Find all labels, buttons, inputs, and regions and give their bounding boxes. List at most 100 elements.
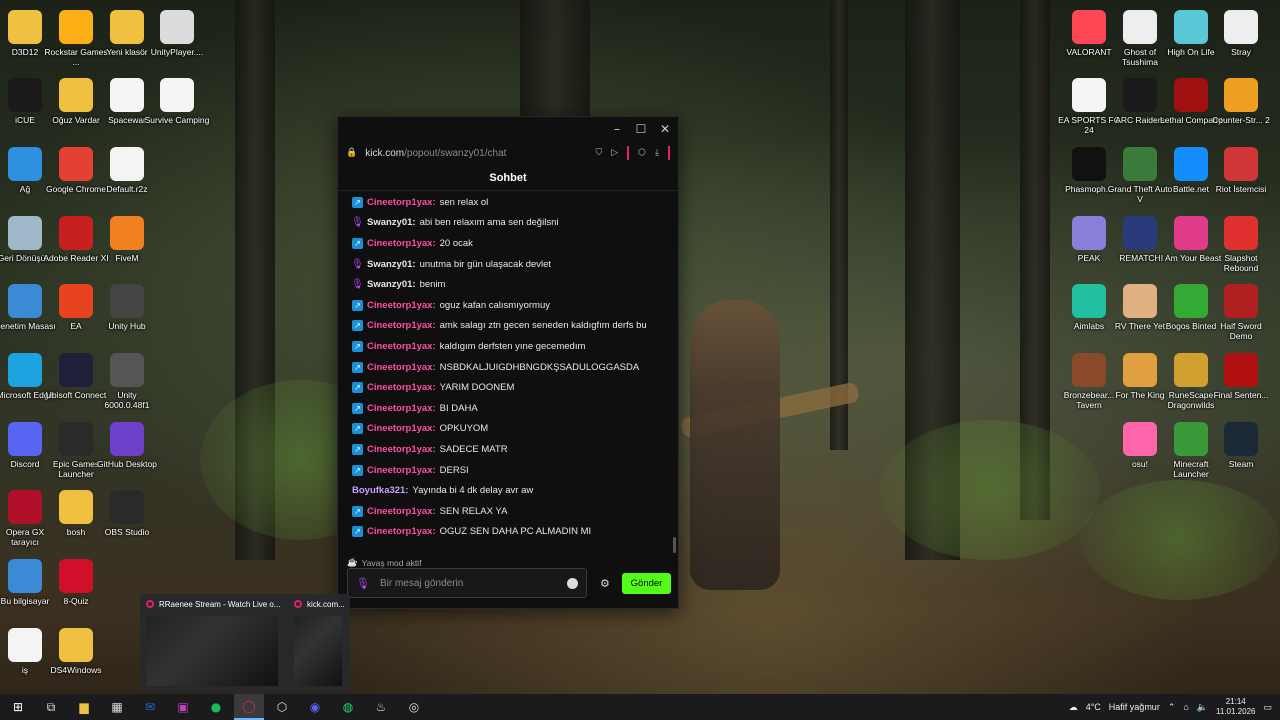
- desktop-icon-label: GitHub Desktop: [97, 459, 157, 469]
- chat-messages[interactable]: ↗ Cineetorp1yax: sen relax ol 🎙 Swanzy01: abi…: [338, 192, 672, 553]
- desktop-icon[interactable]: UnityPlayer....: [144, 6, 210, 74]
- clock-time: 21:14: [1225, 697, 1246, 706]
- desktop-icon-label: Counter-Str... 2: [1212, 115, 1270, 125]
- chat-text: OGUZ SEN DAHA PC ALMADIN MI: [439, 526, 592, 538]
- weather-temp[interactable]: 4°C: [1086, 702, 1101, 712]
- chat-username[interactable]: Cineetorp1yax:: [367, 238, 436, 249]
- task-view-icon[interactable]: ⧉: [36, 694, 66, 720]
- unity-hub-icon[interactable]: ⬡: [267, 694, 297, 720]
- chat-username[interactable]: Cineetorp1yax:: [367, 444, 436, 455]
- desktop-icon[interactable]: OBS Studio: [94, 486, 160, 554]
- desktop-icon[interactable]: Unity 6000.0.48f1: [94, 349, 160, 417]
- clock-date: 11.01.2026: [1216, 707, 1256, 716]
- message-input[interactable]: [379, 577, 557, 589]
- chat-username[interactable]: Boyufka321:: [352, 485, 409, 496]
- desktop-icon[interactable]: Steam: [1208, 418, 1274, 486]
- opera-gx-icon[interactable]: ◯: [234, 694, 264, 720]
- desktop-icon[interactable]: Default.r2z: [94, 143, 160, 211]
- notification-icon[interactable]: ▭: [1263, 702, 1272, 713]
- send-icon[interactable]: ▷: [611, 148, 618, 158]
- twitch-icon[interactable]: ▣: [168, 694, 198, 720]
- desktop-icon[interactable]: Riot İstemcisi: [1208, 143, 1274, 211]
- chat-username[interactable]: Cineetorp1yax:: [367, 526, 436, 537]
- folder-icon: [8, 10, 42, 44]
- url-text[interactable]: kick.com/popout/swanzy01/chat: [365, 148, 587, 159]
- chat-username[interactable]: Swanzy01:: [367, 279, 416, 290]
- chat-username[interactable]: Cineetorp1yax:: [367, 382, 436, 393]
- calculator-icon[interactable]: ▦: [102, 694, 132, 720]
- chat-username[interactable]: Cineetorp1yax:: [367, 362, 436, 373]
- desktop-icon-label: Default.r2z: [106, 184, 148, 194]
- spotify-icon[interactable]: ●: [201, 694, 231, 720]
- file-explorer-icon[interactable]: ▆: [69, 694, 99, 720]
- chat-text: SEN RELAX YA: [439, 505, 508, 517]
- weather-desc[interactable]: Hafif yağmur: [1109, 702, 1160, 712]
- network-icon[interactable]: ⌂: [1183, 702, 1188, 712]
- desktop-icon[interactable]: GitHub Desktop: [94, 418, 160, 486]
- volume-icon[interactable]: 🔈: [1197, 702, 1208, 713]
- emoji-icon[interactable]: [567, 577, 578, 589]
- chat-username[interactable]: Cineetorp1yax:: [367, 197, 436, 208]
- bogos-icon: [1174, 284, 1208, 318]
- desktop-icon[interactable]: Slapshot Rebound: [1208, 212, 1274, 280]
- preview-window[interactable]: kick.com...: [288, 594, 350, 692]
- subscriber-badge-icon: ↗: [352, 382, 363, 394]
- chrome-icon: [59, 147, 93, 181]
- whatsapp-icon[interactable]: ◍: [333, 694, 363, 720]
- chat-username[interactable]: Swanzy01:: [367, 259, 416, 270]
- subscriber-badge-icon: ↗: [352, 505, 363, 517]
- chat-text: amk salagı ztn gecen seneden kaldıgfım d…: [439, 320, 647, 332]
- chat-message: 🎙 Swanzy01: unutma bir gün ulaşacak devlet: [338, 254, 672, 275]
- scrollbar[interactable]: [673, 192, 676, 553]
- extension-indicator: [627, 146, 630, 160]
- shield-icon[interactable]: ⛉: [595, 148, 602, 158]
- desktop-icon[interactable]: 8-Quiz: [43, 555, 109, 623]
- final-sentence-icon: [1224, 353, 1258, 387]
- desktop-icon-label: Slapshot Rebound: [1223, 253, 1259, 273]
- minimize-icon[interactable]: –: [610, 122, 624, 136]
- phasmophobia-icon: [1072, 147, 1106, 181]
- maximize-icon[interactable]: ☐: [634, 122, 648, 136]
- outlook-icon[interactable]: ✉: [135, 694, 165, 720]
- send-button[interactable]: Gönder: [622, 573, 671, 594]
- chat-message: ↗ Cineetorp1yax: OGUZ SEN DAHA PC ALMADIN …: [338, 522, 672, 543]
- chevron-up-icon[interactable]: ⌃: [1168, 702, 1176, 713]
- gear-icon[interactable]: ⚙: [600, 577, 610, 590]
- chat-username[interactable]: Cineetorp1yax:: [367, 423, 436, 434]
- desktop-icon[interactable]: Unity Hub: [94, 280, 160, 348]
- download-icon[interactable]: ⤓: [655, 148, 659, 158]
- chat-username[interactable]: Swanzy01:: [367, 217, 416, 228]
- start-icon[interactable]: ⊞: [3, 694, 33, 720]
- discord-icon[interactable]: ◉: [300, 694, 330, 720]
- opera-gx-icon: [8, 490, 42, 524]
- slow-mode-label: Yavaş mod aktif: [361, 557, 422, 568]
- unity-icon: [110, 284, 144, 318]
- chat-message: ↗ Cineetorp1yax: oguz kafan calısmıyormuy: [338, 295, 672, 316]
- message-input-box[interactable]: 🎙: [347, 568, 587, 598]
- subscriber-badge-icon: ↗: [352, 320, 363, 332]
- close-icon[interactable]: ✕: [658, 122, 672, 136]
- extensions-icon[interactable]: ⬡: [638, 148, 646, 158]
- desktop-icon[interactable]: Stray: [1208, 6, 1274, 74]
- steam-icon: [1224, 422, 1258, 456]
- chat-username[interactable]: Cineetorp1yax:: [367, 341, 436, 352]
- desktop-icon[interactable]: DS4Windows: [43, 624, 109, 692]
- window-titlebar: – ☐ ✕: [338, 117, 678, 141]
- chat-username[interactable]: Cineetorp1yax:: [367, 465, 436, 476]
- desktop-icon[interactable]: FiveM: [94, 212, 160, 280]
- chat-message: ↗ Cineetorp1yax: kaldıgım derfsten yıne ge…: [338, 336, 672, 357]
- obs-icon[interactable]: ◎: [399, 694, 429, 720]
- preview-window[interactable]: RRaenee Stream - Watch Live o...: [140, 594, 290, 692]
- chat-message: ↗ Cineetorp1yax: 20 ocak: [338, 233, 672, 254]
- desktop-icon[interactable]: Survive Camping: [144, 74, 210, 142]
- chat-username[interactable]: Cineetorp1yax:: [367, 300, 436, 311]
- desktop-icon[interactable]: Final Senten...: [1208, 349, 1274, 417]
- taskbar: ⊞ ⧉ ▆ ▦ ✉ ▣ ● ◯ ⬡ ◉ ◍ ♨ ◎ ☁ 4°C Hafif ya…: [0, 694, 1280, 720]
- desktop-icon[interactable]: Half Sword Demo: [1208, 280, 1274, 348]
- chat-username[interactable]: Cineetorp1yax:: [367, 320, 436, 331]
- chat-username[interactable]: Cineetorp1yax:: [367, 403, 436, 414]
- chat-username[interactable]: Cineetorp1yax:: [367, 506, 436, 517]
- steam-icon[interactable]: ♨: [366, 694, 396, 720]
- clock[interactable]: 21:14 11.01.2026: [1216, 697, 1255, 717]
- desktop-icon[interactable]: Counter-Str... 2: [1208, 74, 1274, 142]
